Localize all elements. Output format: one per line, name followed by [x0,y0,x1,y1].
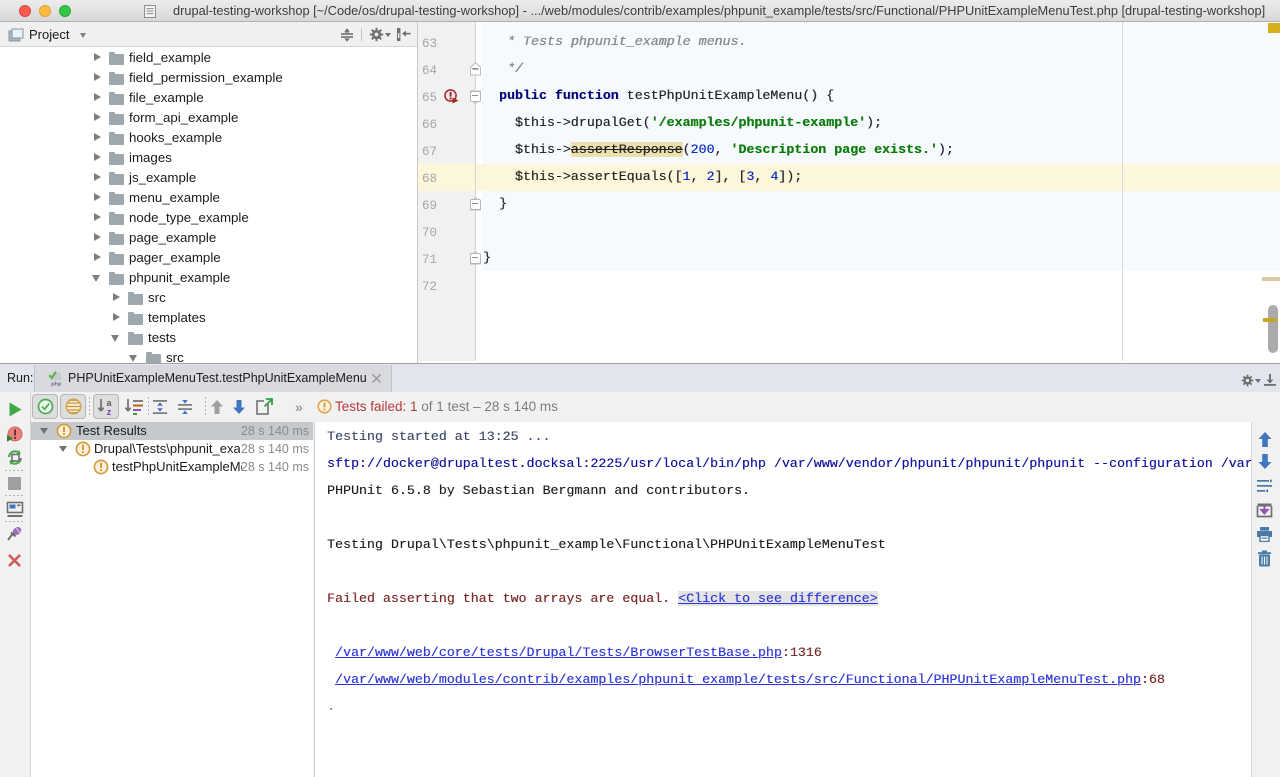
svg-text:z: z [107,407,112,416]
svg-text:php: php [51,382,62,388]
